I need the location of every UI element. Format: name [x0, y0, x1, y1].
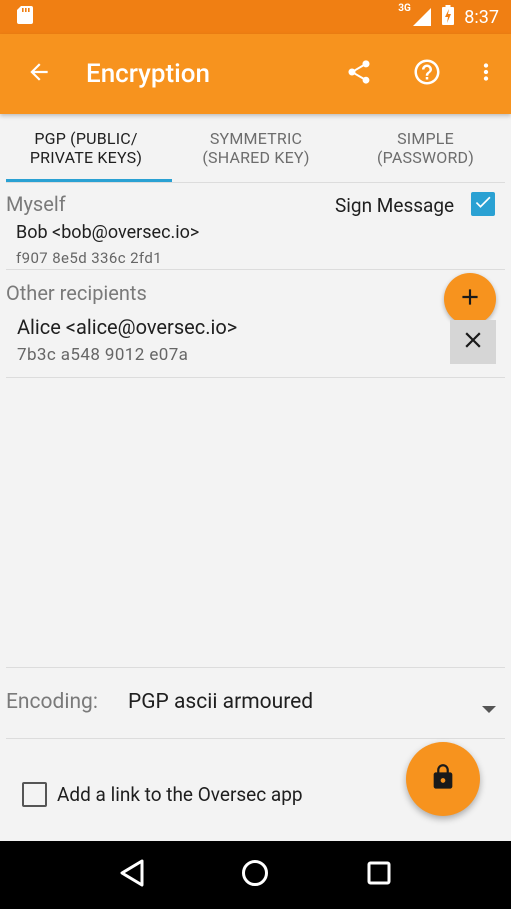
- network-type: 3G: [398, 3, 411, 14]
- recipient-name: Alice <alice@oversec.io>: [17, 315, 238, 339]
- encoding-top-divider: [6, 667, 505, 668]
- nav-home-icon: [241, 859, 269, 891]
- recipients-divider: [6, 377, 505, 378]
- more-vert-icon: [473, 59, 499, 89]
- nav-recents-button[interactable]: [349, 845, 409, 905]
- nav-back-button[interactable]: [102, 845, 162, 905]
- share-icon: [345, 58, 373, 90]
- app-bar: Encryption: [0, 34, 511, 114]
- encrypt-button[interactable]: [406, 742, 480, 816]
- back-arrow-icon: [26, 59, 52, 89]
- page-title: Encryption: [86, 59, 211, 89]
- add-recipient-button[interactable]: [444, 273, 496, 325]
- myself-section-label: Myself: [6, 192, 66, 216]
- encryption-mode-tabs: PGP (PUBLIC/ PRIVATE KEYS) SYMMETRIC (SH…: [0, 114, 511, 182]
- sign-message-label: Sign Message: [335, 194, 455, 217]
- help-icon: [412, 57, 442, 91]
- close-icon: [460, 327, 486, 357]
- tab-label: SIMPLE (PASSWORD): [376, 129, 475, 167]
- add-link-label: Add a link to the Oversec app: [57, 783, 303, 806]
- encoding-bottom-divider: [6, 738, 505, 739]
- plus-icon: [457, 284, 483, 314]
- system-nav-bar: [0, 841, 511, 909]
- my-key-fingerprint: f907 8e5d 336c 2fd1: [16, 249, 163, 267]
- my-key-name: Bob <bob@oversec.io>: [16, 222, 200, 243]
- tab-simple[interactable]: SIMPLE (PASSWORD): [340, 114, 511, 182]
- status-bar: 3G 8:37: [0, 0, 511, 34]
- add-link-checkbox[interactable]: [22, 782, 47, 807]
- nav-home-button[interactable]: [225, 845, 285, 905]
- check-icon: [473, 192, 493, 216]
- tab-label: PGP (PUBLIC/ PRIVATE KEYS): [29, 129, 143, 167]
- nav-back-icon: [119, 859, 145, 891]
- encoding-selected-value: PGP ascii armoured: [128, 690, 314, 714]
- recipient-fingerprint: 7b3c a548 9012 e07a: [17, 345, 189, 365]
- signal-icon: 3G: [398, 3, 432, 27]
- sign-message-checkbox[interactable]: [471, 192, 495, 216]
- recipients-section-label: Other recipients: [6, 281, 147, 305]
- status-time: 8:37: [464, 6, 499, 28]
- encoding-label: Encoding:: [6, 690, 98, 714]
- tabs-divider: [6, 182, 505, 183]
- battery-charging-icon: [442, 4, 455, 30]
- remove-recipient-button[interactable]: [450, 320, 496, 364]
- share-button[interactable]: [325, 34, 393, 114]
- tab-symmetric[interactable]: SYMMETRIC (SHARED KEY): [172, 114, 340, 182]
- back-button[interactable]: [0, 34, 78, 114]
- myself-divider: [6, 269, 505, 270]
- help-button[interactable]: [393, 34, 461, 114]
- tab-pgp[interactable]: PGP (PUBLIC/ PRIVATE KEYS): [0, 114, 172, 182]
- tab-label: SYMMETRIC (SHARED KEY): [202, 129, 310, 167]
- sd-card-icon: [16, 5, 34, 29]
- dropdown-arrow-icon: [481, 700, 497, 719]
- more-options-button[interactable]: [461, 34, 511, 114]
- nav-recents-icon: [367, 861, 391, 889]
- lock-icon: [429, 763, 457, 795]
